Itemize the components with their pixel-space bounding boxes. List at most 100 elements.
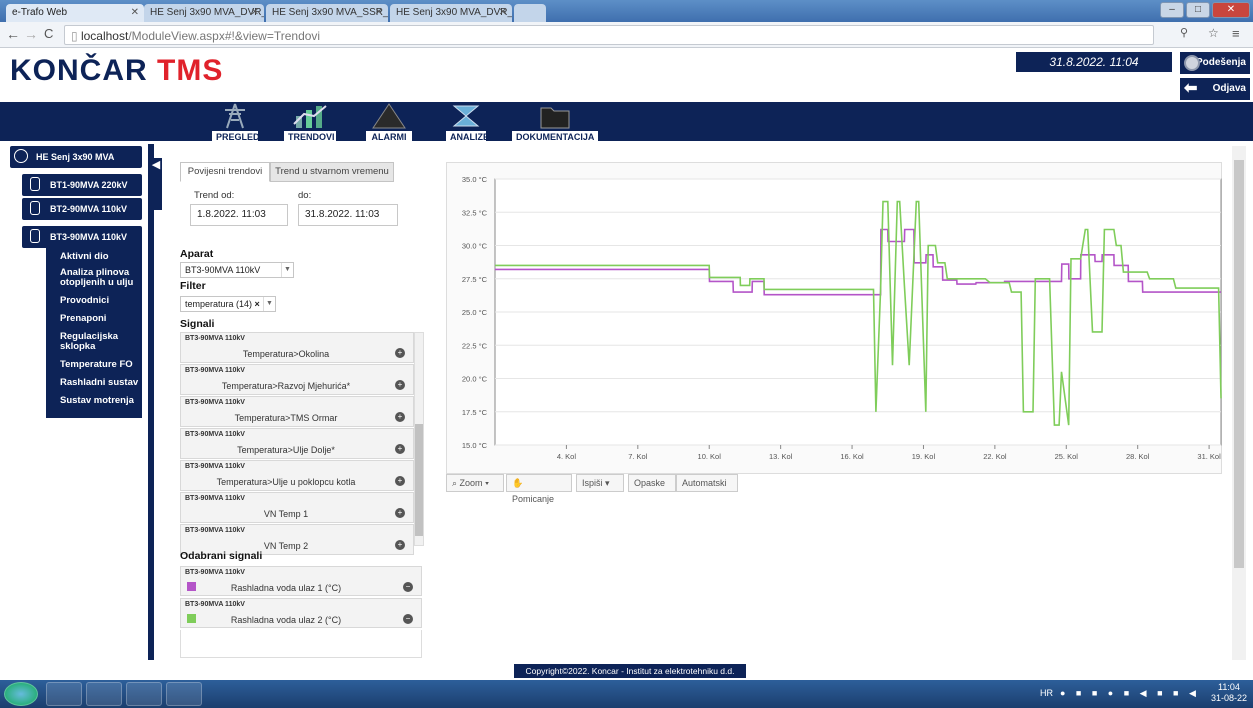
signal-name: Temperatura>Ulje u poklopcu kotla bbox=[216, 477, 356, 487]
signal-item[interactable]: BT3-90MVA 110kV VN Temp 1 + bbox=[180, 492, 414, 523]
minimize-icon[interactable]: – bbox=[1160, 2, 1184, 18]
reload-icon[interactable]: C bbox=[44, 26, 53, 41]
signal-item[interactable]: BT3-90MVA 110kV Temperatura>Ulje u poklop… bbox=[180, 460, 414, 491]
page-scroll-thumb[interactable] bbox=[1234, 160, 1244, 568]
explorer-icon[interactable] bbox=[46, 682, 82, 706]
main-nav: PREGLED TRENDOVI ALARMI ANALIZE DOKUMENT… bbox=[0, 102, 1253, 144]
nav-label: PREGLED bbox=[212, 131, 260, 143]
signal-group: BT3-90MVA 110kV bbox=[185, 495, 245, 502]
signal-item[interactable]: BT3-90MVA 110kV Temperatura>Okolina + bbox=[180, 332, 414, 363]
add-icon[interactable]: + bbox=[395, 380, 405, 390]
trend-to-input[interactable]: 31.8.2022. 11:03 bbox=[298, 204, 398, 226]
tower-icon bbox=[225, 103, 245, 129]
add-icon[interactable]: + bbox=[395, 444, 405, 454]
browser-tab-bar: e-Trafo Web ✕ HE Senj 3x90 MVA_DVR_... ✕… bbox=[0, 0, 1253, 22]
close-icon[interactable]: ✕ bbox=[499, 7, 507, 18]
maximize-icon[interactable]: □ bbox=[1186, 2, 1210, 18]
submenu-item-prenaponi[interactable]: Prenaponi bbox=[60, 314, 140, 324]
settings-button[interactable]: Podešenja bbox=[1180, 52, 1250, 74]
add-icon[interactable]: + bbox=[395, 508, 405, 518]
submenu-item-aktivni-dio[interactable]: Aktivni dio bbox=[60, 252, 140, 262]
selected-signals-empty-area bbox=[180, 630, 422, 658]
signals-scroll-thumb[interactable] bbox=[415, 424, 423, 536]
chrome-icon[interactable] bbox=[126, 682, 162, 706]
transformer-icon bbox=[30, 177, 40, 191]
close-window-icon[interactable]: ✕ bbox=[1212, 2, 1250, 18]
signal-item[interactable]: BT3-90MVA 110kV Temperatura>Ulje Dolje* + bbox=[180, 428, 414, 459]
submenu-item-sustav-motrenja[interactable]: Sustav motrenja bbox=[60, 396, 140, 406]
signal-item[interactable]: BT3-90MVA 110kV Temperatura>TMS Ormar + bbox=[180, 396, 414, 427]
trend-icon bbox=[293, 105, 327, 128]
settings-label: Podešenja bbox=[1195, 57, 1246, 68]
menu-icon[interactable]: ≡ bbox=[1232, 26, 1240, 41]
remove-icon[interactable]: − bbox=[403, 614, 413, 624]
page-icon: ▯ bbox=[71, 29, 81, 43]
nav-trendovi[interactable]: TRENDOVI bbox=[284, 102, 336, 144]
browser-tab[interactable]: HE Senj 3x90 MVA_DVR_... ✕ bbox=[144, 4, 264, 22]
nav-dokumentacija[interactable]: DOKUMENTACIJA bbox=[512, 102, 598, 144]
tab-realtime[interactable]: Trend u stvarnom vremenu bbox=[270, 162, 394, 182]
x-tick-label: 25. Kol bbox=[1055, 452, 1079, 461]
tree-item-bt1[interactable]: BT1-90MVA 220kV bbox=[22, 174, 142, 196]
trend-from-input[interactable]: 1.8.2022. 11:03 bbox=[190, 204, 288, 226]
folder-icon bbox=[540, 107, 570, 129]
selected-signals-label: Odabrani signali bbox=[180, 550, 263, 562]
submenu-item-temperature-fo[interactable]: Temperature FO bbox=[60, 360, 140, 370]
selected-signal-item[interactable]: BT3-90MVA 110kV Rashladna voda ulaz 2 (°C… bbox=[180, 598, 422, 628]
clear-icon[interactable]: × bbox=[255, 299, 260, 309]
y-tick-label: 30.0 °C bbox=[462, 242, 488, 251]
signal-item[interactable]: BT3-90MVA 110kV Temperatura>Razvoj Mjehur… bbox=[180, 364, 414, 395]
add-icon[interactable]: + bbox=[395, 348, 405, 358]
logout-button[interactable]: ⬅ Odjava bbox=[1180, 78, 1250, 100]
device-select[interactable]: BT3-90MVA 110kV ▼ bbox=[180, 262, 294, 278]
submenu-item-provodnici[interactable]: Provodnici bbox=[60, 296, 140, 306]
close-icon[interactable]: ✕ bbox=[251, 7, 259, 18]
add-icon[interactable]: + bbox=[395, 540, 405, 550]
expand-icon[interactable] bbox=[14, 149, 28, 163]
tree-root[interactable]: HE Senj 3x90 MVA bbox=[10, 146, 142, 168]
tray-icons[interactable]: ● ■ ■ ● ■ ◀ ■ ■ ◀ bbox=[1060, 688, 1200, 699]
language-indicator[interactable]: HR bbox=[1040, 688, 1053, 698]
browser-tab[interactable]: HE Senj 3x90 MVA_SSR_... ✕ bbox=[266, 4, 388, 22]
auto-button[interactable]: Automatski bbox=[676, 474, 738, 492]
back-icon[interactable]: ← bbox=[6, 26, 20, 42]
filter-select[interactable]: temperatura (14) × ▼ bbox=[180, 296, 276, 312]
url-input[interactable]: ▯ localhost/ModuleView.aspx#!&view=Trend… bbox=[64, 25, 1154, 45]
signal-name: Rashladna voda ulaz 2 (°C) bbox=[230, 615, 342, 625]
tree-item-bt2[interactable]: BT2-90MVA 110kV bbox=[22, 198, 142, 220]
close-icon[interactable]: ✕ bbox=[131, 7, 139, 18]
collapse-sidebar-button[interactable]: ◀ bbox=[150, 158, 162, 210]
nav-alarmi[interactable]: ALARMI bbox=[366, 102, 412, 144]
forward-icon[interactable]: → bbox=[24, 26, 38, 42]
url-host: localhost bbox=[80, 29, 129, 43]
y-tick-label: 27.5 °C bbox=[462, 275, 488, 284]
extension-icon[interactable]: ⚲ bbox=[1180, 26, 1188, 39]
tree-item-bt3[interactable]: BT3-90MVA 110kV bbox=[22, 226, 142, 248]
taskbar-clock[interactable]: 11:04 31-08-22 bbox=[1211, 682, 1247, 704]
y-tick-label: 15.0 °C bbox=[462, 441, 488, 450]
start-icon[interactable] bbox=[4, 682, 38, 706]
tab-history[interactable]: Povijesni trendovi bbox=[180, 162, 270, 182]
gear-icon bbox=[1184, 55, 1200, 71]
zoom-button[interactable]: ⌕ Zoom ▾ bbox=[446, 474, 504, 492]
submenu-item-rashladni[interactable]: Rashladni sustav bbox=[60, 378, 140, 388]
browser-tab[interactable]: HE Senj 3x90 MVA_DVR_... ✕ bbox=[390, 4, 512, 22]
nav-pregled[interactable]: PREGLED bbox=[212, 102, 260, 144]
star-icon[interactable]: ☆ bbox=[1208, 26, 1219, 40]
nav-analize[interactable]: ANALIZE bbox=[446, 102, 489, 144]
submenu-item-regulacijska[interactable]: Regulacijska sklopka bbox=[60, 332, 140, 352]
print-button[interactable]: Ispiši ▾ bbox=[576, 474, 624, 492]
app-icon[interactable] bbox=[86, 682, 122, 706]
notes-button[interactable]: Opaske bbox=[628, 474, 676, 492]
pan-button[interactable]: ✋ Pomicanje bbox=[506, 474, 572, 504]
close-icon[interactable]: ✕ bbox=[375, 7, 383, 18]
submenu-item-analiza-plinova[interactable]: Analiza plinova otopljenih u ulju bbox=[60, 268, 140, 288]
new-tab-button[interactable] bbox=[514, 4, 546, 22]
selected-signal-item[interactable]: BT3-90MVA 110kV Rashladna voda ulaz 1 (°C… bbox=[180, 566, 422, 596]
x-tick-label: 22. Kol bbox=[983, 452, 1007, 461]
browser-tab-active[interactable]: e-Trafo Web ✕ bbox=[6, 4, 144, 22]
paint-icon[interactable] bbox=[166, 682, 202, 706]
remove-icon[interactable]: − bbox=[403, 582, 413, 592]
add-icon[interactable]: + bbox=[395, 476, 405, 486]
add-icon[interactable]: + bbox=[395, 412, 405, 422]
